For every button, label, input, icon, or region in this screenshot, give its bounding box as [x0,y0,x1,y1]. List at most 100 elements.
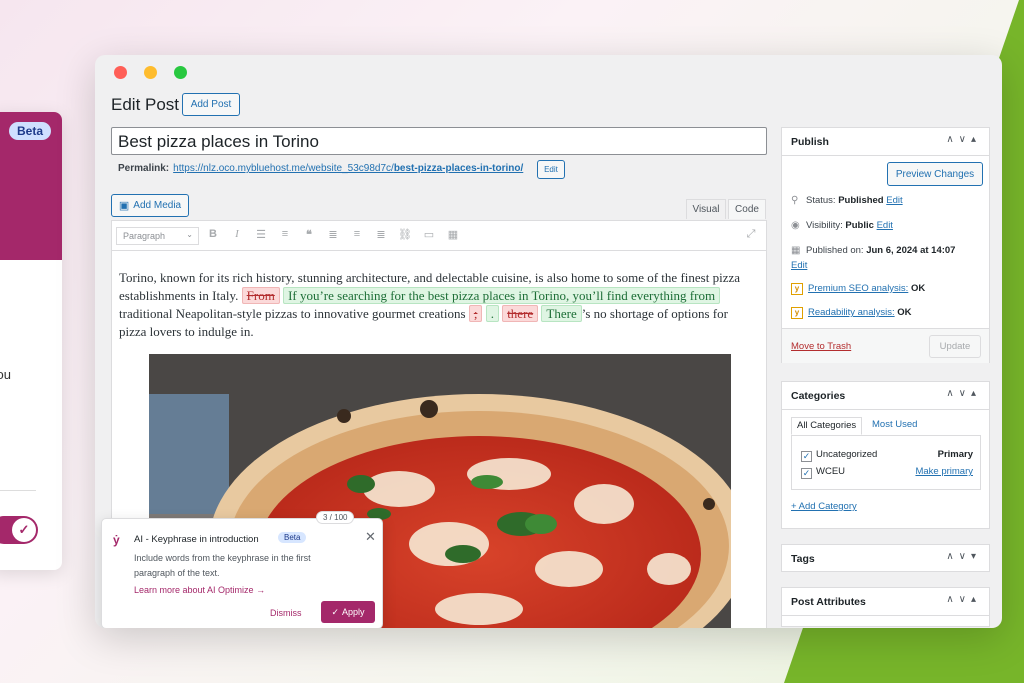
visibility-value: Public [845,220,874,231]
category-item[interactable]: ✓ WCEU Make primary [801,466,973,479]
close-window-button[interactable] [114,66,127,79]
permalink-edit-button[interactable]: Edit [537,160,565,179]
add-media-button[interactable]: ▣ Add Media [111,194,189,217]
post-attributes-box-header[interactable]: Post Attributes ∧∨▴ [782,588,989,616]
minimize-window-button[interactable] [144,66,157,79]
add-post-button[interactable]: Add Post [182,93,240,116]
bullet-list-icon[interactable]: ☰ [254,228,268,241]
seo-analysis-row: y Premium SEO analysis: OK [791,283,925,295]
chevron-down-icon: ⌄ [186,230,193,239]
published-value: Jun 6, 2024 at 14:07 [866,245,956,256]
readability-value: OK [897,307,912,318]
yoast-icon: ẏ [113,533,120,547]
status-label: Status: [806,195,836,206]
permalink-label: Permalink: [118,163,170,174]
page-title: Edit Post [111,95,180,114]
check-icon: ✓ [12,518,36,542]
ai-suggestion-popup: 3 / 100 ẏ AI - Keyphrase in introduction… [101,511,383,628]
toolbar-toggle-icon[interactable]: ▦ [446,228,460,241]
move-to-trash-link[interactable]: Move to Trash [791,341,851,352]
apply-button[interactable]: ✓ Apply [321,601,375,623]
link-icon[interactable]: ⛓ [398,228,412,241]
post-title-input[interactable]: Best pizza places in Torino [111,127,767,155]
permalink: Permalink: https://nlz.oco.mybluehost.me/… [118,163,523,174]
close-icon[interactable]: ✕ [365,529,376,545]
ai-popup-title: AI - Keyphrase in introduction [134,534,259,545]
tags-box-title: Tags [791,553,815,565]
suggestion-deletion[interactable]: From [241,287,280,304]
checkbox[interactable]: ✓ [801,468,812,479]
align-left-icon[interactable]: ≣ [326,228,340,241]
dismiss-button[interactable]: Dismiss [270,608,302,618]
beta-badge: Beta [278,532,307,543]
pin-icon: ⚲ [791,195,799,206]
status-edit-link[interactable]: Edit [886,195,902,206]
box-controls[interactable]: ∧∨▴ [946,388,981,399]
window-titlebar [95,55,1002,87]
visibility-row: ◉ Visibility: Public Edit [791,220,893,231]
read-more-icon[interactable]: ▭ [422,228,436,241]
suggestion-insertion[interactable]: There [541,305,582,322]
paragraph-text: traditional Neapolitan-style pizzas to i… [119,306,466,321]
update-button[interactable]: Update [929,335,981,358]
format-select[interactable]: Paragraph ⌄ [116,227,199,245]
learn-more-link[interactable]: Learn more about AI Optimize → [134,585,265,595]
visibility-edit-link[interactable]: Edit [877,220,893,231]
publish-actions: Move to Trash Update [782,328,989,363]
box-controls[interactable]: ∧∨▾ [946,551,981,562]
category-name: WCEU [816,466,846,477]
suggestion-deletion[interactable]: there [502,305,539,322]
box-controls[interactable]: ∧∨▴ [946,594,981,605]
suggestion-deletion[interactable]: ; [468,305,483,322]
bold-icon[interactable]: B [206,228,220,240]
tags-box: Tags ∧∨▾ [781,544,990,572]
checkbox[interactable]: ✓ [801,451,812,462]
category-item[interactable]: ✓ Uncategorized Primary [801,449,973,462]
toggle-switch[interactable]: ✓ [0,516,38,544]
align-right-icon[interactable]: ≣ [374,228,388,241]
box-controls[interactable]: ∧∨▴ [946,134,981,145]
readability-link[interactable]: Readability analysis: [808,307,895,318]
ai-popup-description: Include words from the keyphrase in the … [134,553,311,578]
seo-analysis-value: OK [910,283,926,294]
preview-changes-button[interactable]: Preview Changes [887,162,983,186]
published-on-row: ▦ Published on: Jun 6, 2024 at 14:07 [791,245,955,256]
beta-badge: Beta [9,122,52,140]
make-primary-link[interactable]: Make primary [915,466,973,477]
status-row: ⚲ Status: Published Edit [791,195,903,206]
seo-analysis-link[interactable]: Premium SEO analysis: [808,283,908,294]
fullscreen-icon[interactable]: ⤢ [744,228,758,241]
primary-label: Primary [937,449,973,460]
suggestion-counter: 3 / 100 [316,511,355,524]
tab-all-categories[interactable]: All Categories [791,417,863,435]
category-name: Uncategorized [816,449,878,460]
media-icon: ▣ [118,200,130,212]
categories-box-title: Categories [791,390,846,402]
tab-visual[interactable]: Visual [686,199,726,219]
readability-row: y Readability analysis: OK [791,307,912,319]
publish-box-header: Publish ∧∨▴ [782,128,989,156]
browser-window: Edit Post Add Post Best pizza places in … [95,55,1002,628]
apply-label: Apply [342,607,365,617]
divider [0,490,36,491]
suggestion-insertion[interactable]: If you’re searching for the best pizza p… [283,287,721,304]
post-content[interactable]: Torino, known for its rich history, stun… [119,269,749,341]
published-label: Published on: [806,245,864,256]
published-edit-row: Edit [791,260,807,271]
italic-icon[interactable]: I [230,228,244,240]
suggestion-insertion[interactable]: . [485,305,499,322]
visibility-label: Visibility: [806,220,843,231]
category-list: ✓ Uncategorized Primary ✓ WCEU Make primar… [791,435,981,490]
tab-most-used[interactable]: Most Used [867,417,922,435]
tab-code[interactable]: Code [728,199,766,219]
permalink-link[interactable]: https://nlz.oco.mybluehost.me/website_53… [173,163,523,174]
maximize-window-button[interactable] [174,66,187,79]
published-edit-link[interactable]: Edit [791,260,807,271]
format-select-value: Paragraph [123,231,166,241]
blockquote-icon[interactable]: ❝ [302,228,316,241]
tags-box-header[interactable]: Tags ∧∨▾ [782,545,989,573]
align-center-icon[interactable]: ≡ [350,228,364,240]
numbered-list-icon[interactable]: ≡ [278,228,292,240]
add-category-link[interactable]: + Add Category [791,501,857,512]
yoast-icon: y [791,283,803,295]
